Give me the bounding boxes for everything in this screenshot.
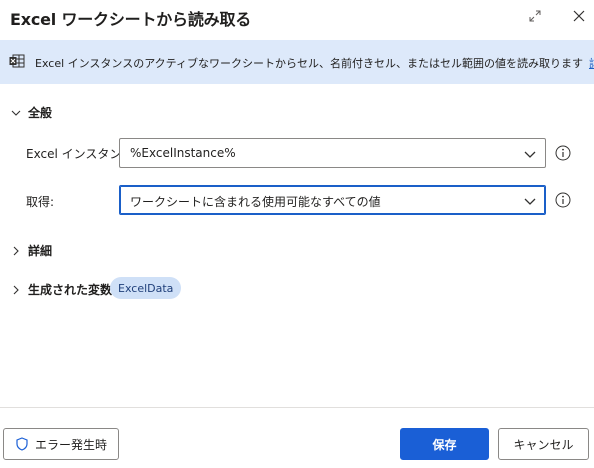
chevron-right-icon bbox=[10, 284, 22, 296]
excel-icon bbox=[9, 54, 25, 68]
details-link[interactable]: 詳細 bbox=[589, 57, 594, 70]
info-banner: Excel インスタンスのアクティブなワークシートからセル、名前付きセル、または… bbox=[0, 40, 594, 84]
chevron-down-icon bbox=[10, 107, 22, 119]
section-variables-label: 生成された変数 bbox=[28, 283, 113, 297]
section-details[interactable]: 詳細 bbox=[10, 242, 52, 259]
info-circle-icon[interactable] bbox=[555, 145, 571, 161]
on-error-label: エラー発生時 bbox=[34, 437, 107, 452]
chevron-down-icon bbox=[524, 198, 536, 205]
dialog-title: Excel ワークシートから読み取る bbox=[10, 10, 252, 29]
variable-pill[interactable]: ExcelData bbox=[110, 277, 182, 299]
info-circle-icon[interactable] bbox=[555, 192, 571, 208]
chevron-down-icon bbox=[524, 151, 536, 158]
cancel-button[interactable]: キャンセル bbox=[498, 428, 589, 460]
info-description: Excel インスタンスのアクティブなワークシートからセル、名前付きセル、または… bbox=[35, 57, 583, 70]
close-icon bbox=[573, 10, 585, 22]
expand-icon bbox=[529, 10, 541, 22]
chevron-right-icon bbox=[10, 245, 22, 257]
section-details-label: 詳細 bbox=[28, 244, 53, 258]
retrieve-value: ワークシートに含まれる使用可能なすべての値 bbox=[130, 195, 381, 209]
dialog-titlebar: Excel ワークシートから読み取る bbox=[0, 0, 594, 36]
save-button[interactable]: 保存 bbox=[400, 428, 489, 460]
excel-instance-select[interactable]: %ExcelInstance% bbox=[119, 138, 546, 168]
section-general-label: 全般 bbox=[28, 106, 53, 120]
retrieve-label: 取得: bbox=[26, 195, 55, 209]
retrieve-select[interactable]: ワークシートに含まれる使用可能なすべての値 bbox=[119, 185, 546, 215]
shield-icon bbox=[16, 437, 28, 451]
expand-button[interactable] bbox=[525, 6, 545, 26]
on-error-button[interactable]: エラー発生時 bbox=[3, 428, 119, 460]
excel-instance-value: %ExcelInstance% bbox=[130, 146, 236, 160]
footer-divider bbox=[0, 407, 594, 408]
close-button[interactable] bbox=[569, 6, 589, 26]
section-general[interactable]: 全般 bbox=[10, 104, 52, 121]
section-variables[interactable]: 生成された変数 bbox=[10, 281, 112, 298]
